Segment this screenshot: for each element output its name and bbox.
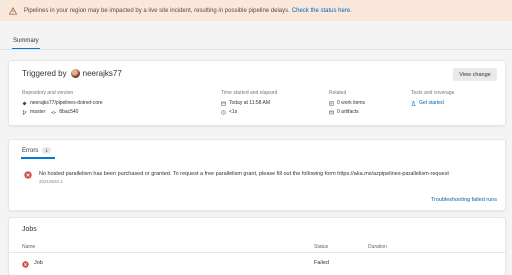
tests-label: Tests and coverage [411, 90, 455, 96]
errors-tab-underline [21, 157, 55, 159]
summary-card: Triggered by neerajks77 View change Repo… [8, 60, 506, 126]
view-change-button[interactable]: View change [453, 68, 497, 81]
start-time-row: Today at 11:58 AM [221, 99, 277, 109]
related-column: Related 0 work items 0 artifacts [329, 89, 365, 118]
branch-icon [22, 110, 27, 116]
flask-icon [411, 101, 416, 106]
error-item: No hosted parallelism has been purchased… [24, 171, 449, 184]
jobs-card: Jobs Name Status Duration Job Failed [8, 217, 507, 275]
work-item-icon [329, 101, 334, 106]
commit-id[interactable]: 8bac540 [59, 108, 78, 118]
job-status: Failed [314, 260, 329, 266]
branch-commit-row: master 8bac540 [22, 108, 103, 118]
error-message: No hosted parallelism has been purchased… [39, 171, 449, 177]
repository-column: Repository and version neerajks77/pipeli… [22, 89, 103, 118]
column-status: Status [314, 244, 329, 250]
artifacts-row[interactable]: 0 artifacts [329, 108, 365, 118]
repository-label: Repository and version [22, 90, 74, 96]
job-name: Job [34, 260, 43, 266]
avatar [70, 69, 80, 78]
jobs-table-header: Name Status Duration [9, 241, 507, 253]
artifacts: 0 artifacts [337, 109, 359, 115]
repo-icon [22, 101, 27, 106]
clock-icon [221, 110, 226, 115]
start-time: Today at 11:58 AM [229, 99, 271, 106]
time-column: Time started and elapsed Today at 11:58 … [221, 89, 277, 118]
work-items: 0 work items [337, 99, 366, 106]
tab-errors[interactable]: Errors 1 [22, 147, 51, 154]
failed-icon [22, 260, 29, 268]
elapsed-row: <1s [221, 108, 277, 118]
related-label: Related [329, 90, 347, 96]
work-items-row[interactable]: 0 work items [329, 99, 365, 109]
error-icon [24, 171, 32, 179]
errors-tab-label: Errors [22, 147, 39, 154]
warning-icon [9, 6, 17, 15]
get-started-link: Get started [419, 99, 444, 106]
commit-icon [51, 111, 57, 114]
trigger-user[interactable]: neerajks77 [83, 69, 122, 78]
incident-banner: Pipelines in your region may be impacted… [0, 0, 512, 21]
error-run-id: 20210620.1 [39, 179, 63, 184]
artifact-icon [329, 111, 334, 115]
tests-get-started[interactable]: Get started [411, 99, 454, 109]
calendar-icon [221, 101, 226, 106]
jobs-title: Jobs [22, 226, 37, 233]
elapsed-time: <1s [229, 109, 238, 115]
branch-name[interactable]: master [30, 108, 45, 118]
tests-column: Tests and coverage Get started [411, 89, 454, 108]
repository-link[interactable]: neerajks77/pipelines-dotnet-core [22, 99, 103, 109]
column-name: Name [22, 244, 36, 250]
errors-card: Errors 1 No hosted parallelism has been … [8, 139, 506, 211]
banner-message: Pipelines in your region may be impacted… [24, 7, 290, 14]
status-link[interactable]: Check the status here. [292, 8, 352, 14]
table-row[interactable]: Job Failed [9, 257, 507, 271]
triggered-by: Triggered by neerajks77 [22, 69, 122, 78]
errors-count-badge: 1 [42, 147, 51, 154]
tab-summary[interactable]: Summary [13, 38, 39, 44]
triggered-prefix: Triggered by [22, 69, 67, 78]
time-label: Time started and elapsed [221, 90, 278, 96]
column-duration: Duration [368, 244, 387, 250]
troubleshooting-link[interactable]: Troubleshooting failed runs [431, 197, 497, 203]
tab-divider [0, 49, 512, 50]
repository-name: neerajks77/pipelines-dotnet-core [30, 99, 103, 106]
